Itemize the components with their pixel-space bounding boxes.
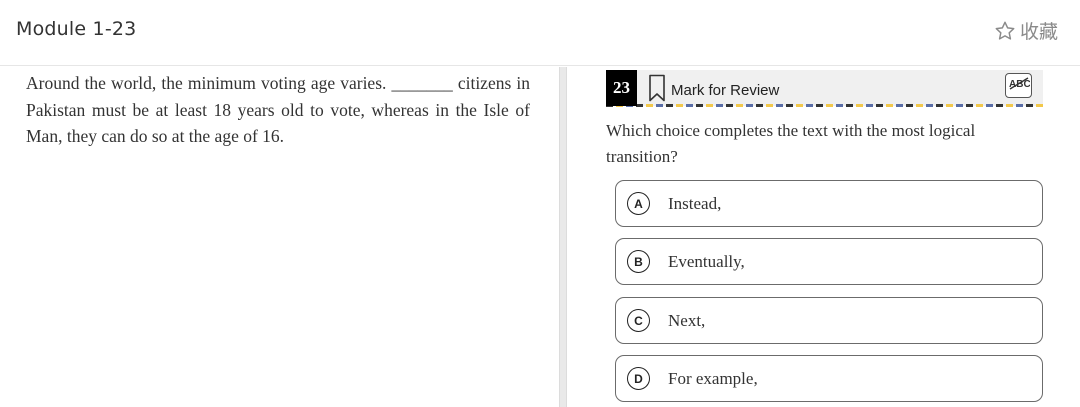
question-number: 23	[606, 70, 637, 106]
mark-for-review-button[interactable]: Mark for Review	[648, 74, 779, 107]
favorite-label: 收藏	[1019, 21, 1058, 43]
choice-text-a: Instead,	[668, 193, 722, 213]
question-prompt: Which choice completes the text with the…	[606, 121, 976, 166]
mark-for-review-label: Mark for Review	[671, 82, 780, 99]
choice-text-d: For example,	[668, 368, 758, 388]
choice-text-c: Next,	[668, 310, 706, 330]
top-header: Module 1-23 收藏	[0, 0, 1080, 66]
choice-letter-a: A	[627, 192, 650, 215]
choice-c[interactable]: C Next,	[615, 297, 1043, 344]
bookmark-icon	[648, 74, 666, 107]
choice-letter-c: C	[627, 309, 650, 332]
pane-divider[interactable]	[559, 67, 567, 407]
choice-letter-b: B	[627, 250, 650, 273]
star-outline-icon	[994, 20, 1016, 42]
reading-passage: Around the world, the minimum voting age…	[26, 73, 530, 146]
choice-text-b: Eventually,	[668, 251, 745, 271]
abc-strikethrough-icon: ABC	[1008, 75, 1030, 96]
choice-letter-d: D	[627, 367, 650, 390]
choice-b[interactable]: B Eventually,	[615, 238, 1043, 285]
favorite-button[interactable]: 收藏	[994, 17, 1058, 44]
abc-strikethrough-button[interactable]: ABC	[1005, 73, 1032, 98]
choice-d[interactable]: D For example,	[615, 355, 1043, 402]
module-title: Module 1-23	[16, 18, 137, 40]
choice-a[interactable]: A Instead,	[615, 180, 1043, 227]
